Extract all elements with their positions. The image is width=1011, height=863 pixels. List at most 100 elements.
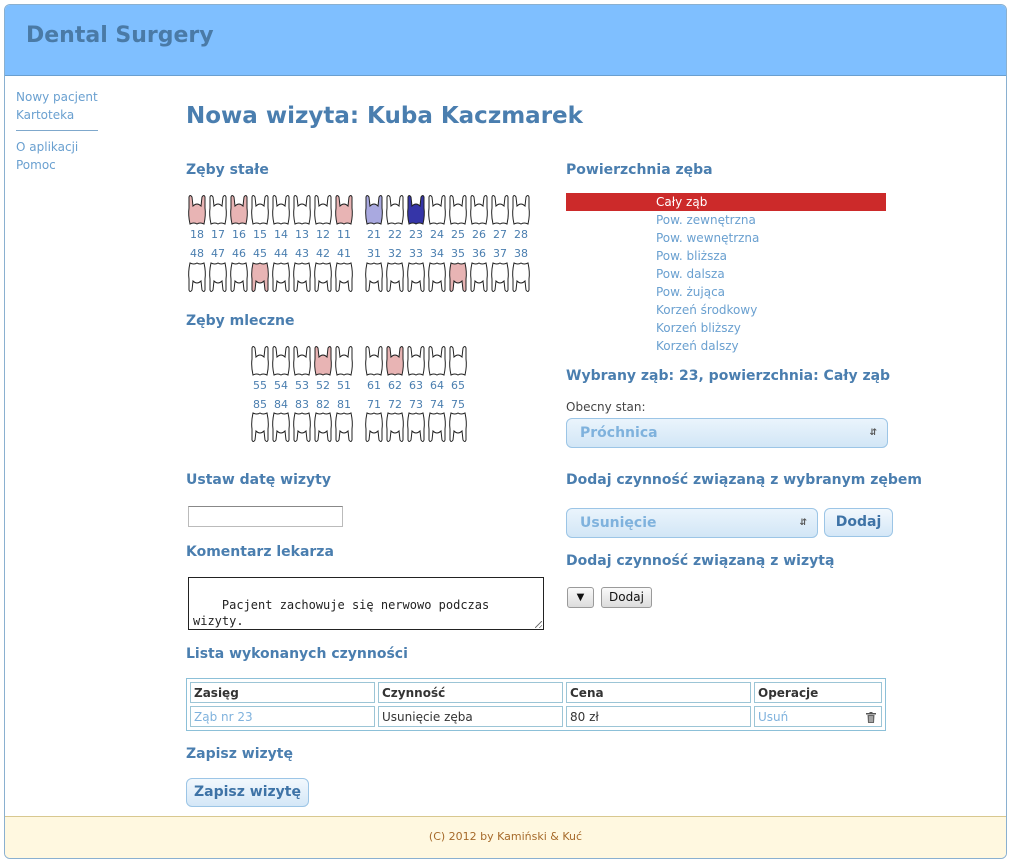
select-arrows-icon: ⇵ [799, 518, 807, 528]
save-visit-button[interactable]: Zapisz wizytę [186, 778, 309, 807]
tooth-45[interactable] [250, 261, 270, 297]
tooth-75[interactable] [448, 411, 468, 447]
surface-option[interactable]: Pow. bliższa [566, 247, 886, 265]
tooth-52[interactable] [313, 344, 333, 380]
tooth-number: 83 [295, 398, 309, 411]
tooth-44[interactable] [271, 261, 291, 297]
header: Dental Surgery [5, 5, 1006, 76]
doctor-comment-textarea[interactable]: Pacjent zachowuje się nerwowo podczas wi… [188, 577, 544, 630]
actions-table: Zasięg Czynność Cena Operacje Ząb nr 23 … [186, 678, 886, 731]
tooth-13[interactable] [292, 193, 312, 229]
tooth-14[interactable] [271, 193, 291, 229]
tooth-16[interactable] [229, 193, 249, 229]
tooth-number: 16 [232, 228, 246, 241]
sidebar-item-about[interactable]: O aplikacji [16, 138, 106, 156]
tooth-37[interactable] [490, 261, 510, 297]
cell-scope[interactable]: Ząb nr 23 [190, 706, 375, 727]
visit-date-input[interactable] [188, 506, 343, 527]
tooth-35[interactable] [448, 261, 468, 297]
tooth-26[interactable] [469, 193, 489, 229]
page-title: Nowa wizyta: Kuba Kaczmarek [186, 103, 583, 129]
surface-list: Cały ząb Pow. zewnętrzna Pow. wewnętrzna Po… [566, 193, 886, 355]
tooth-64[interactable] [427, 344, 447, 380]
surface-option[interactable]: Korzeń dalszy [566, 337, 886, 355]
sidebar-item-records[interactable]: Kartoteka [16, 106, 106, 124]
tooth-number: 25 [451, 228, 465, 241]
tooth-53[interactable] [292, 344, 312, 380]
tooth-25[interactable] [448, 193, 468, 229]
tooth-31[interactable] [364, 261, 384, 297]
add-tooth-action-button[interactable]: Dodaj [824, 508, 893, 537]
tooth-32[interactable] [385, 261, 405, 297]
tooth-62[interactable] [385, 344, 405, 380]
tooth-12[interactable] [313, 193, 333, 229]
tooth-number: 84 [274, 398, 288, 411]
tooth-23[interactable] [406, 193, 426, 229]
tooth-number: 81 [337, 398, 351, 411]
tooth-number: 21 [367, 228, 381, 241]
tooth-number: 36 [472, 247, 486, 260]
tooth-65[interactable] [448, 344, 468, 380]
tooth-54[interactable] [271, 344, 291, 380]
resize-handle-icon[interactable] [535, 621, 542, 628]
tooth-number: 64 [430, 379, 444, 392]
tooth-22[interactable] [385, 193, 405, 229]
tooth-42[interactable] [313, 261, 333, 297]
tooth-17[interactable] [208, 193, 228, 229]
add-visit-action-button[interactable]: Dodaj [601, 587, 652, 608]
tooth-72[interactable] [385, 411, 405, 447]
tooth-15[interactable] [250, 193, 270, 229]
sidebar: Nowy pacjent Kartoteka O aplikacji Pomoc [16, 88, 106, 174]
tooth-43[interactable] [292, 261, 312, 297]
tooth-18[interactable] [187, 193, 207, 229]
tooth-11[interactable] [334, 193, 354, 229]
tooth-71[interactable] [364, 411, 384, 447]
tooth-24[interactable] [427, 193, 447, 229]
tooth-27[interactable] [490, 193, 510, 229]
tooth-number: 71 [367, 398, 381, 411]
tooth-41[interactable] [334, 261, 354, 297]
surface-option[interactable]: Pow. dalsza [566, 265, 886, 283]
tooth-47[interactable] [208, 261, 228, 297]
tooth-51[interactable] [334, 344, 354, 380]
add-tooth-action-heading: Dodaj czynność związaną z wybranym zębem [566, 472, 922, 488]
tooth-61[interactable] [364, 344, 384, 380]
tooth-55[interactable] [250, 344, 270, 380]
surface-option[interactable]: Pow. zewnętrzna [566, 211, 886, 229]
app-title: Dental Surgery [26, 23, 214, 48]
tooth-action-select[interactable]: Usunięcie ⇵ [566, 508, 818, 538]
tooth-74[interactable] [427, 411, 447, 447]
tooth-84[interactable] [271, 411, 291, 447]
tooth-34[interactable] [427, 261, 447, 297]
tooth-36[interactable] [469, 261, 489, 297]
surface-option[interactable]: Pow. żująca [566, 283, 886, 301]
tooth-number: 73 [409, 398, 423, 411]
tooth-46[interactable] [229, 261, 249, 297]
tooth-number: 85 [253, 398, 267, 411]
tooth-28[interactable] [511, 193, 531, 229]
tooth-48[interactable] [187, 261, 207, 297]
tooth-81[interactable] [334, 411, 354, 447]
surface-option[interactable]: Cały ząb [566, 193, 886, 211]
tooth-38[interactable] [511, 261, 531, 297]
surface-option[interactable]: Korzeń środkowy [566, 301, 886, 319]
sidebar-item-new-patient[interactable]: Nowy pacjent [16, 88, 106, 106]
tooth-63[interactable] [406, 344, 426, 380]
tooth-73[interactable] [406, 411, 426, 447]
tooth-85[interactable] [250, 411, 270, 447]
delete-link[interactable]: Usuń [758, 710, 788, 724]
tooth-83[interactable] [292, 411, 312, 447]
tooth-21[interactable] [364, 193, 384, 229]
surface-option[interactable]: Korzeń bliższy [566, 319, 886, 337]
surface-option[interactable]: Pow. wewnętrzna [566, 229, 886, 247]
sidebar-item-help[interactable]: Pomoc [16, 156, 106, 174]
column-header-action: Czynność [378, 682, 563, 703]
tooth-33[interactable] [406, 261, 426, 297]
current-state-select[interactable]: Próchnica ⇵ [566, 418, 888, 448]
tooth-number: 47 [211, 247, 225, 260]
tooth-number: 74 [430, 398, 444, 411]
visit-action-select[interactable]: ▼ [567, 587, 594, 608]
cell-action: Usunięcie zęba [378, 706, 563, 727]
tooth-82[interactable] [313, 411, 333, 447]
trash-icon[interactable] [866, 712, 876, 723]
